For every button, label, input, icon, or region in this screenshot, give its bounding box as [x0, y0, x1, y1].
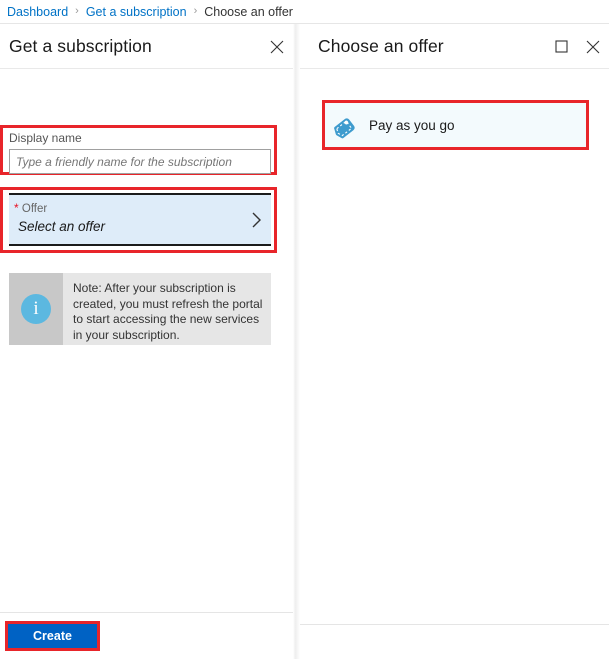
offer-label-group: * Offer: [14, 201, 47, 215]
chevron-right-icon: [251, 211, 263, 232]
right-blade-footer: [300, 624, 609, 659]
close-icon[interactable]: [269, 39, 285, 55]
right-blade-body: Pay as you go: [300, 69, 609, 623]
info-icon: i: [21, 294, 51, 324]
info-note-text: Note: After your subscription is created…: [73, 281, 263, 342]
right-blade-header-actions: [553, 24, 601, 69]
breadcrumb-separator-icon: ›: [75, 5, 79, 17]
breadcrumb-item-get-a-subscription[interactable]: Get a subscription: [86, 5, 187, 19]
offer-label: Offer: [21, 203, 48, 215]
tag-icon: [325, 110, 369, 140]
right-blade-title: Choose an offer: [318, 35, 444, 56]
breadcrumb-item-dashboard[interactable]: Dashboard: [7, 5, 68, 19]
create-button[interactable]: Create: [8, 624, 97, 648]
breadcrumb-item-choose-an-offer: Choose an offer: [204, 4, 293, 19]
right-blade-header: Choose an offer: [300, 24, 609, 69]
close-icon[interactable]: [585, 39, 601, 55]
left-blade-body: Display name * Offer Select an offer i N…: [0, 69, 293, 612]
display-name-label: Display name: [9, 131, 82, 145]
blade-divider: [293, 24, 300, 659]
info-note-icon-band: i: [9, 273, 63, 345]
left-blade-footer: Create: [0, 612, 293, 659]
offer-picker[interactable]: * Offer Select an offer: [9, 193, 271, 246]
offer-value: Select an offer: [18, 219, 106, 234]
offer-list-item-label: Pay as you go: [369, 117, 455, 133]
display-name-field-group: Display name: [9, 131, 277, 174]
info-note-box: i Note: After your subscription is creat…: [9, 273, 271, 345]
blade-choose-an-offer: Choose an offer Pay as you go: [300, 24, 609, 659]
page-title: Get a subscription: [9, 35, 152, 56]
offer-list-item-pay-as-you-go[interactable]: Pay as you go: [325, 103, 586, 147]
breadcrumb: Dashboard › Get a subscription › Choose …: [0, 0, 609, 24]
left-blade-header: Get a subscription: [0, 24, 293, 69]
blade-get-a-subscription: Get a subscription Display name * Offer …: [0, 24, 293, 659]
maximize-icon[interactable]: [553, 39, 569, 55]
required-marker: *: [14, 201, 19, 215]
breadcrumb-separator-icon: ›: [193, 5, 198, 17]
display-name-input[interactable]: [9, 149, 271, 174]
left-blade-header-actions: [269, 24, 285, 69]
